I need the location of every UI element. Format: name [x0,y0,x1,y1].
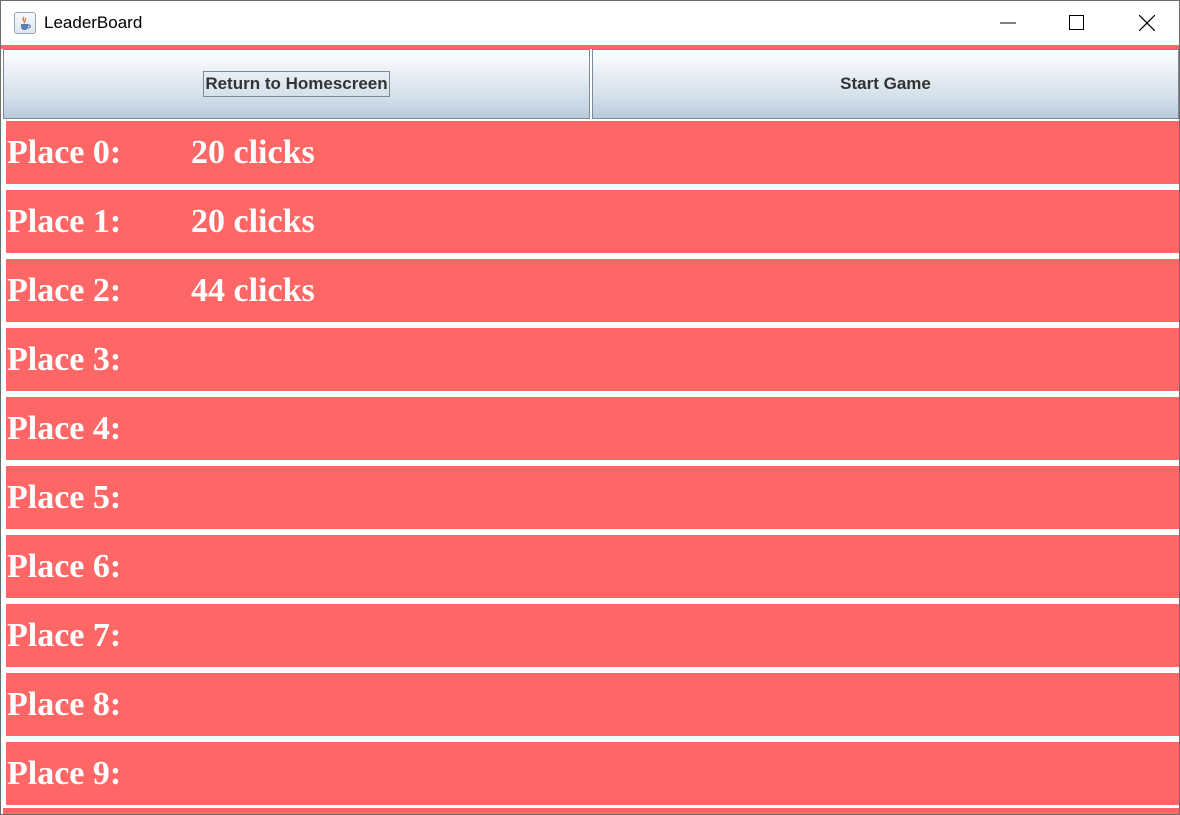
minimize-button[interactable] [973,1,1043,45]
leaderboard-window: LeaderBoard Return to Homescreen Start G… [0,0,1180,815]
maximize-icon [1069,15,1084,30]
place-label: Place 6: [7,547,122,585]
leaderboard-list: Place 0: 20 clicks Place 1: 20 clicks Pl… [6,121,1179,811]
place-label: Place 4: [7,409,122,447]
place-label: Place 2: [7,271,122,309]
close-icon [1139,15,1155,31]
maximize-button[interactable] [1042,1,1112,45]
leaderboard-row: Place 8: [6,673,1179,736]
leaderboard-row: Place 4: [6,397,1179,460]
leaderboard-row: Place 5: [6,466,1179,529]
start-game-label: Start Game [840,74,931,93]
place-label: Place 3: [7,340,122,378]
leaderboard-row: Place 2: 44 clicks [6,259,1179,322]
window-title: LeaderBoard [44,13,143,32]
score-label: 20 clicks [191,202,315,240]
leaderboard-row: Place 7: [6,604,1179,667]
title-bar[interactable]: LeaderBoard [1,1,1179,45]
leaderboard-row: Place 1: 20 clicks [6,190,1179,253]
leaderboard-row: Place 6: [6,535,1179,598]
place-label: Place 7: [7,616,122,654]
return-to-homescreen-label: Return to Homescreen [203,71,390,97]
score-label: 44 clicks [191,271,315,309]
button-bar: Return to Homescreen Start Game [3,49,1179,119]
leaderboard-row: Place 9: [6,742,1179,805]
start-game-button[interactable]: Start Game [592,49,1179,119]
place-label: Place 9: [7,754,122,792]
java-cup-icon [14,12,36,34]
leaderboard-row: Place 0: 20 clicks [6,121,1179,184]
minimize-icon [1000,22,1016,24]
place-label: Place 0: [7,133,122,171]
place-label: Place 1: [7,202,122,240]
place-label: Place 5: [7,478,122,516]
leaderboard-row: Place 3: [6,328,1179,391]
bottom-strip [3,808,1179,814]
close-button[interactable] [1112,1,1180,45]
place-label: Place 8: [7,685,122,723]
score-label: 20 clicks [191,133,315,171]
return-to-homescreen-button[interactable]: Return to Homescreen [3,49,590,119]
content-panel: Return to Homescreen Start Game Place 0:… [3,49,1179,814]
